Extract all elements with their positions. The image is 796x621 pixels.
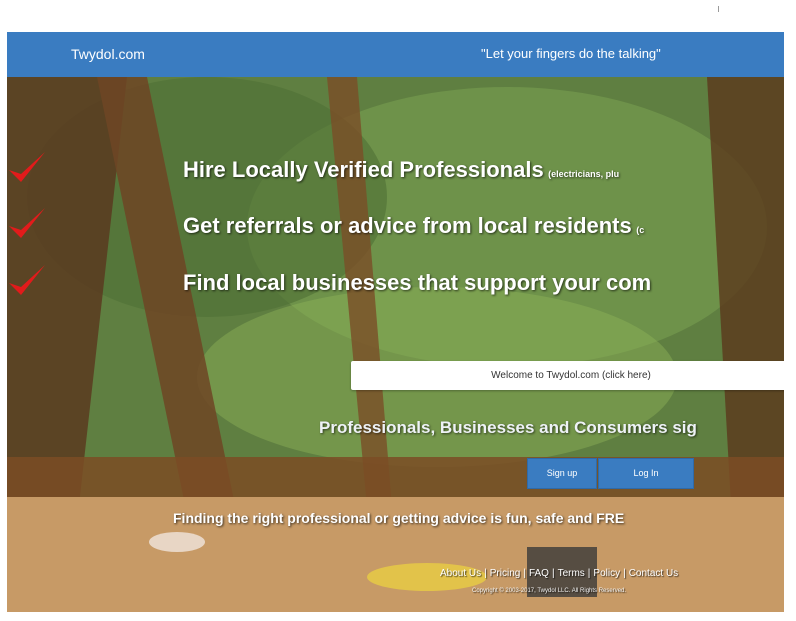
feature-1-title: Hire Locally Verified Professionals xyxy=(183,157,544,182)
login-button[interactable]: Log In xyxy=(598,458,694,489)
feature-line-2: Get referrals or advice from local resid… xyxy=(183,213,644,239)
header-tagline: "Let your fingers do the talking" xyxy=(481,46,661,61)
checkmark-icon xyxy=(9,265,45,295)
site-header: Twydol.com "Let your fingers do the talk… xyxy=(7,32,784,77)
signup-heading: Professionals, Businesses and Consumers … xyxy=(319,418,697,437)
footer-link-pricing[interactable]: Pricing xyxy=(490,568,521,579)
footer-link-terms[interactable]: Terms xyxy=(558,568,585,579)
footer-link-contact[interactable]: Contact Us xyxy=(629,568,678,579)
footer-link-about[interactable]: About Us xyxy=(440,568,481,579)
feature-2-title: Get referrals or advice from local resid… xyxy=(183,213,632,238)
feature-line-3: Find local businesses that support your … xyxy=(183,270,651,296)
footer-links: About Us | Pricing | FAQ | Terms | Policy | Contac… xyxy=(440,568,679,579)
feature-2-detail: (c xyxy=(636,225,645,235)
signup-button[interactable]: Sign up xyxy=(527,458,597,489)
hero-background: Hire Locally Verified Professionals (ele… xyxy=(7,77,784,612)
checkmark-icon xyxy=(9,208,45,238)
welcome-link[interactable]: Welcome to Twydol.com (click here) xyxy=(351,361,784,390)
page-edge-mark xyxy=(718,6,719,12)
feature-line-1: Hire Locally Verified Professionals (ele… xyxy=(183,157,619,183)
copyright-text: Copyright © 2003-2017, Twydol LLC. All R… xyxy=(472,588,627,594)
brand-link[interactable]: Twydol.com xyxy=(71,46,145,62)
feature-1-detail: (electricians, plu xyxy=(548,169,620,179)
bottom-tagline: Finding the right professional or gettin… xyxy=(173,510,625,526)
footer-link-faq[interactable]: FAQ xyxy=(529,568,549,579)
footer-link-policy[interactable]: Policy xyxy=(593,568,620,579)
feature-3-title: Find local businesses that support your … xyxy=(183,270,652,295)
checkmark-icon xyxy=(9,152,45,182)
page-frame: Twydol.com "Let your fingers do the talk… xyxy=(7,32,784,612)
